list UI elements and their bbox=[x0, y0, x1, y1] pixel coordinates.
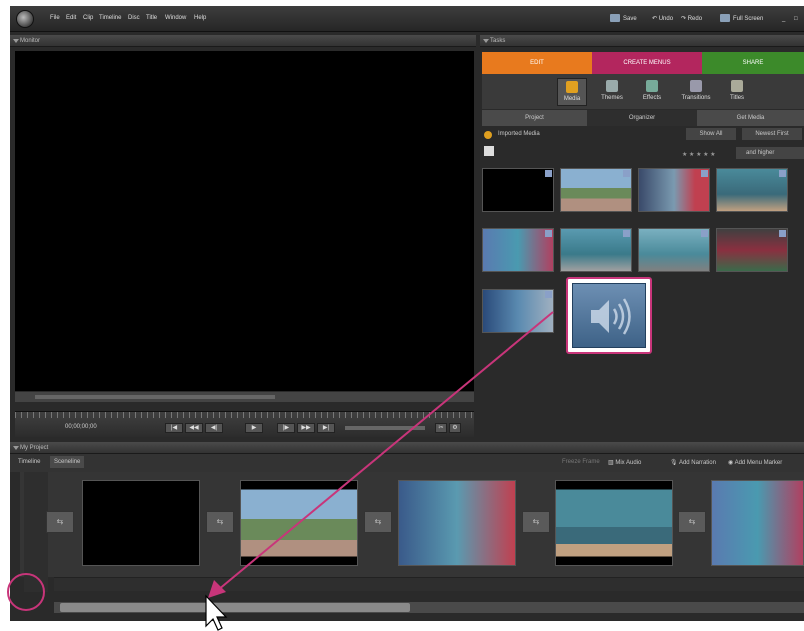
mouse-cursor-icon bbox=[205, 594, 228, 631]
drag-arrow-line bbox=[217, 311, 554, 591]
drag-annotation bbox=[205, 311, 554, 631]
drag-arrow-head bbox=[208, 580, 226, 598]
drop-target-highlight bbox=[7, 573, 45, 611]
